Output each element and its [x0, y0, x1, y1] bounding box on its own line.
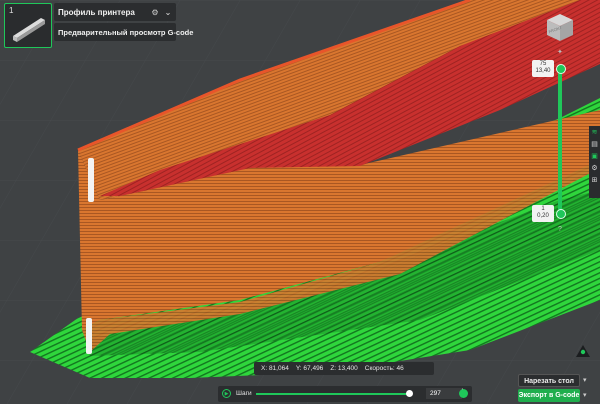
- app-mascot-icon: [576, 345, 590, 357]
- steps-end-indicator: [459, 389, 468, 398]
- slice-dropdown-icon[interactable]: ▾: [583, 376, 587, 384]
- export-dropdown-icon[interactable]: ▾: [583, 391, 587, 399]
- steps-label: Шаги: [236, 390, 252, 397]
- ruler-icon[interactable]: ▤: [589, 138, 600, 149]
- play-icon[interactable]: ▶: [222, 389, 231, 398]
- layer-range-track[interactable]: [558, 68, 562, 214]
- printer-profile-row[interactable]: Профиль принтера ⚙ ⌄: [54, 3, 176, 21]
- printer-profile-label: Профиль принтера: [58, 7, 135, 17]
- coord-speed: Скорость: 46: [364, 365, 404, 372]
- steps-bar: ▶ Шаги 297 ▲▼: [218, 386, 472, 402]
- coordinate-readout: X: 81,064 Y: 67,496 Z: 13,400 Скорость: …: [254, 362, 434, 375]
- cube-icon[interactable]: ▣: [589, 150, 600, 161]
- layer-top-handle[interactable]: [556, 64, 566, 74]
- slice-plate-button[interactable]: Нарезать стол: [518, 374, 580, 387]
- settings-gear-icon[interactable]: ⚙: [150, 7, 160, 17]
- gear-icon[interactable]: ⚙: [589, 162, 600, 173]
- layer-lock-icon[interactable]: ✦: [557, 48, 563, 56]
- plate-model-icon: [13, 18, 45, 42]
- layer-help-glyph[interactable]: ?: [558, 226, 562, 233]
- layer-top-label: 75 13,40: [532, 60, 554, 77]
- layers-icon[interactable]: ≋: [589, 126, 600, 137]
- export-gcode-button[interactable]: Экспорт в G-code: [518, 389, 580, 402]
- right-tool-column: ≋ ▤ ▣ ⚙ ⊞: [589, 126, 600, 198]
- layer-top-number: 75: [539, 61, 547, 67]
- grid-icon[interactable]: ⊞: [589, 174, 600, 185]
- layer-top-height: 13,40: [535, 68, 551, 74]
- coord-x: X: 81,064: [261, 365, 289, 372]
- view-cube[interactable]: FRONT: [543, 10, 577, 44]
- chevron-down-icon[interactable]: ⌄: [163, 7, 173, 17]
- gcode-preview-label: Предварительный просмотр G-code: [58, 27, 194, 37]
- layer-bottom-number: 1: [541, 206, 545, 212]
- layer-bottom-label: 1 0,20: [532, 205, 554, 222]
- plate-thumbnail[interactable]: 1: [4, 3, 52, 48]
- steps-slider-track[interactable]: [256, 393, 409, 395]
- layer-bottom-height: 0,20: [537, 213, 549, 219]
- gcode-preview-viewport[interactable]: [0, 0, 600, 404]
- coord-y: Y: 67,496: [295, 365, 324, 372]
- gcode-preview-row[interactable]: Предварительный просмотр G-code: [54, 23, 193, 41]
- steps-slider-handle[interactable]: [405, 390, 413, 397]
- steps-value-input[interactable]: 297: [426, 388, 462, 399]
- coord-z: Z: 13,400: [330, 365, 358, 372]
- layer-bottom-handle[interactable]: [556, 209, 566, 219]
